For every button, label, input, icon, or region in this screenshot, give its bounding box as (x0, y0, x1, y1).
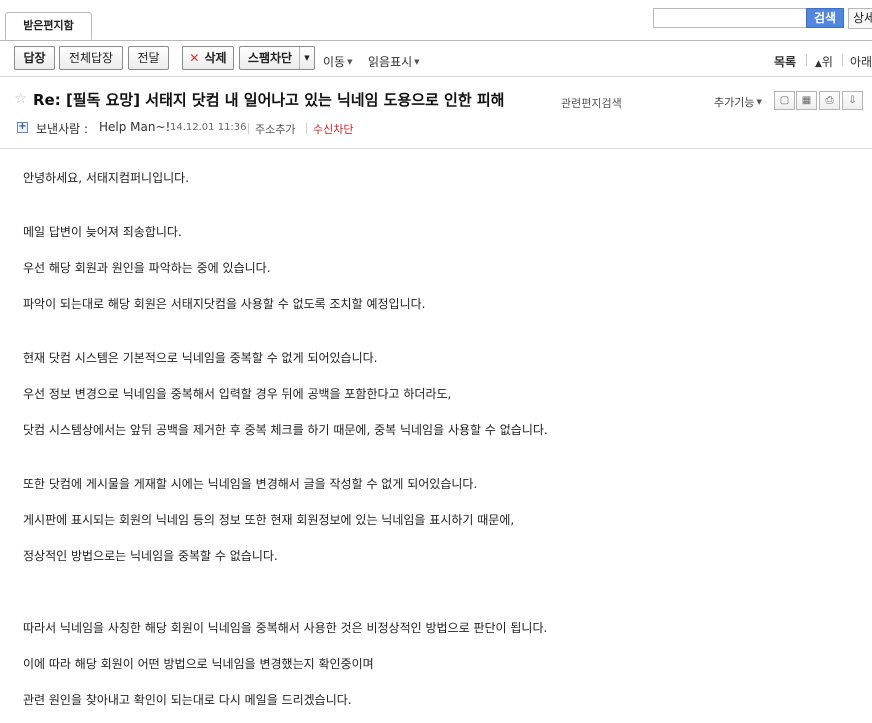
plus-icon[interactable]: + (17, 122, 28, 133)
message-subject: Re: [필독 요망] 서태지 닷컴 내 일어나고 있는 닉네임 도용으로 인한… (33, 91, 505, 109)
tab-inbox[interactable]: 받은편지함 (5, 12, 92, 40)
reply-all-button[interactable]: 전체답장 (59, 46, 123, 70)
extra-functions-label: 추가기능 (714, 96, 755, 109)
down-link[interactable]: 아래 (850, 53, 872, 70)
body-line: 정상적인 방법으로는 닉네임을 중복할 수 없습니다. (23, 549, 278, 563)
body-line: 관련 원인을 찾아내고 확인이 되는대로 다시 메일을 드리겠습니다. (23, 693, 352, 707)
calendar-icon[interactable]: ▦ (796, 91, 817, 110)
caret-down-icon: ▼ (756, 98, 762, 106)
subject-row: ☆ Re: [필독 요망] 서태지 닷컴 내 일어나고 있는 닉네임 도용으로 … (0, 87, 872, 113)
spam-block-button[interactable]: 스팸차단 ▼ (239, 46, 315, 70)
body-line: 닷컴 시스템상에서는 앞뒤 공백을 제거한 후 중복 체크를 하기 때문에, 중… (23, 423, 548, 437)
up-label: 위 (821, 55, 833, 69)
related-search-link[interactable]: 관련편지검색 (561, 95, 622, 111)
caret-down-icon: ▼ (414, 58, 420, 66)
read-mark-menu[interactable]: 읽음표시 ▼ (368, 53, 420, 70)
extra-functions-menu[interactable]: 추가기능 ▼ (714, 94, 762, 110)
caret-down-icon[interactable]: ▼ (299, 47, 314, 69)
divider (806, 54, 807, 66)
body-line: 파악이 되는대로 해당 회원은 서태지닷컴을 사용할 수 없도록 조치할 예정입… (23, 297, 426, 311)
sender-label: 보낸사람 : (36, 122, 89, 136)
x-icon: ✕ (189, 51, 200, 65)
search-input[interactable] (653, 8, 807, 28)
star-icon[interactable]: ☆ (14, 89, 27, 107)
body-line: 따라서 닉네임을 사칭한 해당 회원이 닉네임을 중복해서 사용한 것은 비정상… (23, 621, 548, 635)
list-link[interactable]: 목록 (774, 53, 796, 70)
spam-block-label: 스팸차단 (247, 51, 293, 65)
caret-down-icon: ▼ (347, 58, 353, 66)
move-label: 이동 (323, 55, 346, 69)
read-mark-label: 읽음표시 (368, 55, 413, 69)
body-line: 우선 해당 회원과 원인을 파악하는 중에 있습니다. (23, 261, 271, 275)
message-date: 14.12.01 11:36 (170, 122, 247, 133)
body-line: 이에 따라 해당 회원이 어떤 방법으로 닉네임을 변경했는지 확인중이며 (23, 657, 374, 671)
body-line: 현재 닷컴 시스템은 기본적으로 닉네임을 중복할 수 없게 되어있습니다. (23, 351, 378, 365)
delete-label: 삭제 (204, 51, 227, 65)
mailbox-tabbar: 받은편지함 검색 상세 (0, 0, 872, 41)
single-view-icon[interactable]: ▢ (774, 91, 795, 110)
sender-name[interactable]: Help Man~! (99, 120, 170, 134)
arrow-up-icon: ▲ (815, 59, 822, 69)
print-icon[interactable]: ⎙ (819, 91, 840, 110)
divider (306, 123, 307, 134)
search-button[interactable]: 검색 (806, 8, 844, 28)
delete-button[interactable]: ✕ 삭제 (182, 46, 234, 70)
body-line: 또한 닷컴에 게시물을 게재할 시에는 닉네임을 변경해서 글을 작성할 수 없… (23, 477, 478, 491)
body-line: 안녕하세요, 서태지컴퍼니입니다. (23, 171, 190, 185)
divider (842, 54, 843, 66)
body-line: 우선 정보 변경으로 닉네임을 중복해서 입력할 경우 뒤에 공백을 포함한다고… (23, 387, 452, 401)
add-address-link[interactable]: 주소추가 (255, 121, 295, 137)
move-menu[interactable]: 이동 ▼ (323, 53, 352, 70)
body-line: 메일 답변이 늦어져 죄송합니다. (23, 225, 182, 239)
header-divider (0, 148, 872, 149)
block-receive-link[interactable]: 수신차단 (313, 121, 353, 137)
divider (248, 123, 249, 134)
reply-button[interactable]: 답장 (14, 46, 55, 70)
save-icon[interactable]: ⇩ (842, 91, 863, 110)
forward-button[interactable]: 전달 (128, 46, 169, 70)
up-link[interactable]: ▲위 (815, 53, 833, 70)
detail-search-button[interactable]: 상세 (848, 8, 872, 29)
body-line: 게시판에 표시되는 회원의 닉네임 등의 정보 또한 현재 회원정보에 있는 닉… (23, 513, 515, 527)
mail-toolbar: 답장 전체답장 전달 ✕ 삭제 스팸차단 ▼ 이동 ▼ 읽음표시 ▼ 목록 ▲위 아래 (0, 41, 872, 77)
sender-row: + 보낸사람 : Help Man~! 14.12.01 11:36 주소추가 … (0, 118, 872, 138)
